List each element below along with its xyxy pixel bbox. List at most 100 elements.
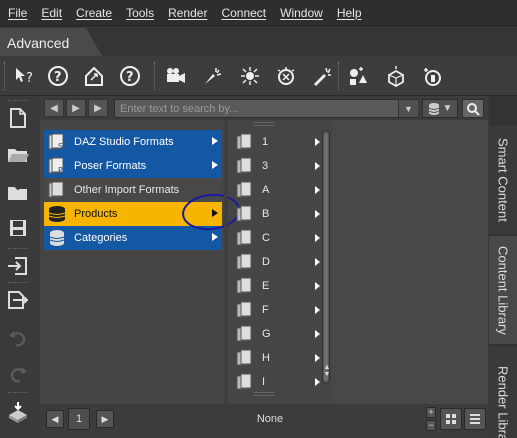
category-tree: S DAZ Studio Formats P Poser Formats Oth… [44, 130, 222, 250]
forward-button[interactable]: ▶ [66, 99, 86, 117]
expand-arrow-icon[interactable] [212, 233, 218, 241]
svg-text:?: ? [54, 70, 62, 85]
left-toolbar-separator [8, 282, 28, 283]
expand-arrow-icon[interactable] [315, 330, 320, 338]
expand-arrow-icon[interactable] [315, 282, 320, 290]
point-light-icon[interactable] [238, 64, 262, 88]
folder-item[interactable]: B [234, 202, 326, 226]
folder-scrollbar[interactable] [322, 130, 330, 384]
expand-arrow-icon[interactable] [315, 138, 320, 146]
figure-tool-icon[interactable] [6, 400, 30, 424]
tab-render-library[interactable]: Render Library [489, 346, 517, 438]
database-dropdown[interactable]: ▼ [422, 99, 458, 118]
primitive-icon[interactable] [346, 64, 370, 88]
expand-arrow-icon[interactable] [315, 258, 320, 266]
menu-render[interactable]: Render [164, 6, 211, 20]
scroll-arrows-icon[interactable]: ▲ ▼ [323, 364, 331, 378]
folder-item[interactable]: C [234, 226, 326, 250]
search-icon[interactable] [462, 99, 484, 118]
expand-arrow-icon[interactable] [315, 162, 320, 170]
folder-item[interactable]: 3 [234, 154, 326, 178]
menu-file[interactable]: File [4, 6, 31, 20]
tab-content-library[interactable]: Content Library [489, 236, 517, 344]
expand-arrow-icon[interactable] [315, 210, 320, 218]
save-icon[interactable] [6, 216, 30, 240]
back-button[interactable]: ◀ [44, 99, 64, 117]
folder-item[interactable]: F [234, 298, 326, 322]
menu-tools[interactable]: Tools [122, 6, 158, 20]
folder-item[interactable]: A [234, 178, 326, 202]
menu-help[interactable]: Help [333, 6, 366, 20]
camera-icon[interactable] [164, 64, 188, 88]
expand-arrow-icon[interactable] [315, 234, 320, 242]
expand-arrow-icon[interactable] [315, 306, 320, 314]
category-daz-studio-formats[interactable]: S DAZ Studio Formats [44, 130, 222, 154]
folder-label: A [262, 184, 270, 196]
next-page-button[interactable]: ▶ [96, 410, 114, 428]
tab-smart-content[interactable]: Smart Content [489, 126, 517, 234]
previous-page-button[interactable]: ◀ [46, 410, 64, 428]
svg-text:?: ? [26, 71, 33, 86]
import-icon[interactable] [6, 254, 30, 278]
expand-arrow-icon[interactable] [315, 186, 320, 194]
layout-bar: Advanced [0, 26, 517, 56]
scrollbar-thumb[interactable] [324, 133, 328, 381]
category-poser-formats[interactable]: P Poser Formats [44, 154, 222, 178]
expand-arrow-icon[interactable] [315, 354, 320, 362]
list-view-button[interactable] [464, 408, 486, 430]
merge-file-icon[interactable] [6, 180, 30, 204]
left-toolbar-separator [8, 392, 28, 393]
bottom-grip[interactable] [254, 392, 274, 396]
expand-arrow-icon[interactable] [315, 378, 320, 386]
menu-create[interactable]: Create [72, 6, 116, 20]
pagination-bar: ◀ 1 ▶ None + − [40, 404, 488, 438]
folder-item[interactable]: 1 [234, 130, 326, 154]
new-file-icon[interactable] [6, 106, 30, 130]
open-file-icon[interactable] [6, 142, 30, 166]
node-icon[interactable] [384, 64, 408, 88]
spot-light-icon[interactable] [200, 64, 224, 88]
zoom-out-button[interactable]: − [426, 420, 436, 431]
menu-edit[interactable]: Edit [37, 6, 66, 20]
undo-icon[interactable] [6, 326, 30, 350]
folder-item[interactable]: D [234, 250, 326, 274]
pane-splitter[interactable] [224, 120, 228, 404]
expand-arrow-icon[interactable] [212, 161, 218, 169]
page-number[interactable]: 1 [68, 408, 90, 430]
export-icon[interactable] [6, 288, 30, 312]
top-grip[interactable] [254, 122, 274, 126]
folder-item[interactable]: I [234, 370, 326, 394]
zoom-in-button[interactable]: + [426, 407, 436, 418]
linear-light-icon[interactable] [310, 64, 334, 88]
category-label: Other Import Formats [74, 184, 180, 196]
folder-stack-icon [236, 205, 252, 222]
category-label: Products [74, 208, 118, 220]
expand-arrow-icon[interactable] [212, 137, 218, 145]
layout-tab-advanced[interactable]: Advanced [0, 28, 102, 56]
folder-stack-icon [236, 253, 252, 270]
right-pane-tabs: Smart Content Content Library Render Lib… [489, 96, 517, 438]
content-library-pane: ◀ ▶ ▶ ▼ ▼ S DAZ Studio Formats P Poser F… [40, 96, 488, 438]
category-categories[interactable]: Categories [44, 226, 222, 250]
help-circle-icon[interactable]: ? [118, 64, 142, 88]
distant-light-icon[interactable] [274, 64, 298, 88]
category-label: DAZ Studio Formats [74, 136, 174, 148]
redo-icon[interactable] [6, 362, 30, 386]
home-icon[interactable] [82, 64, 106, 88]
folder-item[interactable]: H [234, 346, 326, 370]
search-history-dropdown[interactable]: ▼ [398, 100, 418, 117]
menu-bar: File Edit Create Tools Render Connect Wi… [0, 0, 517, 26]
search-input[interactable] [114, 99, 418, 118]
icon-view-button[interactable] [440, 408, 462, 430]
figure-icon[interactable] [420, 64, 444, 88]
toolbar-separator [338, 62, 340, 90]
help-icon[interactable]: ? [46, 64, 70, 88]
menu-connect[interactable]: Connect [217, 6, 270, 20]
folder-list: 1 3 A B C D E F G H I [234, 130, 326, 394]
menu-window[interactable]: Window [276, 6, 327, 20]
home-nav-button[interactable]: ▶ [88, 99, 108, 117]
folder-item[interactable]: E [234, 274, 326, 298]
asset-view-area [332, 120, 488, 404]
folder-item[interactable]: G [234, 322, 326, 346]
whats-this-icon[interactable]: ? [12, 64, 36, 88]
